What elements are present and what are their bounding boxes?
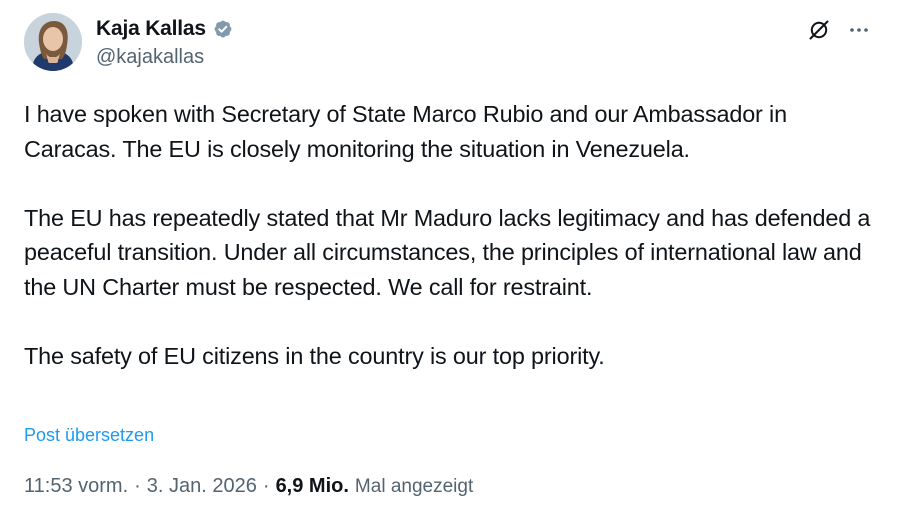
author-display-name[interactable]: Kaja Kallas bbox=[96, 17, 206, 41]
separator: · bbox=[262, 475, 270, 497]
tweet-metadata: 11:53 vorm. · 3. Jan. 2026 · 6,9 Mio. Ma… bbox=[24, 475, 473, 498]
avatar[interactable] bbox=[24, 13, 82, 71]
tweet-paragraph: I have spoken with Secretary of State Ma… bbox=[24, 101, 787, 162]
views-count: 6,9 Mio. bbox=[275, 475, 349, 497]
separator: · bbox=[134, 475, 141, 497]
translate-post-link[interactable]: Post übersetzen bbox=[24, 425, 154, 446]
verified-badge-icon[interactable] bbox=[211, 18, 233, 40]
author-handle[interactable]: @kajakallas bbox=[96, 46, 204, 69]
more-options-icon[interactable] bbox=[846, 17, 872, 43]
grok-icon[interactable] bbox=[806, 17, 832, 43]
tweet-paragraph: The EU has repeatedly stated that Mr Mad… bbox=[24, 204, 871, 300]
tweet-paragraph: The safety of EU citizens in the country… bbox=[24, 343, 605, 370]
tweet-date[interactable]: 3. Jan. 2026 bbox=[147, 475, 257, 498]
tweet-card: Kaja Kallas @kajakallas I have spoken wi… bbox=[0, 0, 902, 528]
tweet-text: I have spoken with Secretary of State Ma… bbox=[24, 97, 874, 374]
tweet-time[interactable]: 11:53 vorm. bbox=[24, 475, 128, 498]
views-label: Mal angezeigt bbox=[354, 476, 474, 497]
author-name-row: Kaja Kallas bbox=[96, 16, 233, 42]
avatar-image bbox=[24, 13, 82, 71]
